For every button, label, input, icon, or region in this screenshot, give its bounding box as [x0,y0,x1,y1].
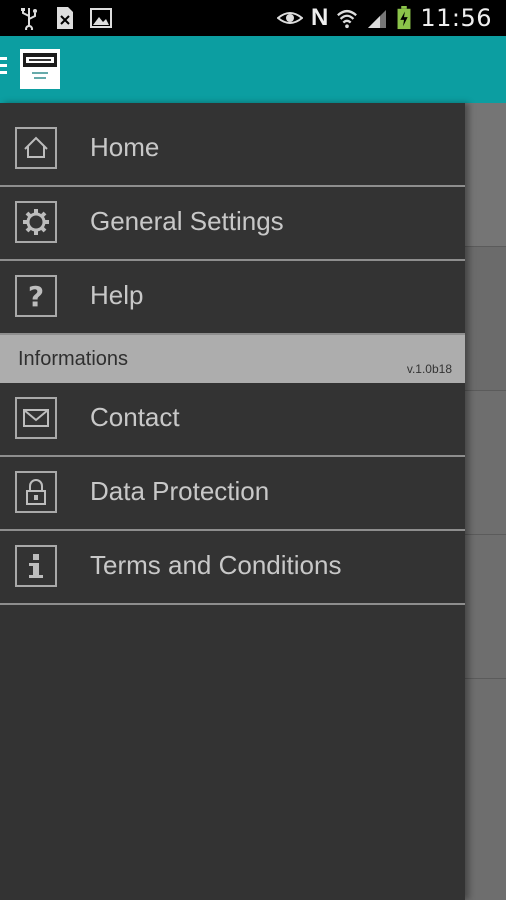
navigation-drawer: Home General Settings ? Help Information [0,103,465,900]
svg-text:?: ? [28,280,44,313]
drawer-item-label: Data Protection [90,476,270,506]
gear-icon [15,201,57,243]
drawer-item-label: Terms and Conditions [90,550,342,580]
app-bar [0,36,506,103]
image-icon [90,8,112,28]
battery-charging-icon [397,6,411,30]
hamburger-icon[interactable] [0,57,7,78]
lock-icon [15,471,57,513]
drawer-item-general-settings[interactable]: General Settings [0,187,465,261]
drawer-item-label: Help [90,280,144,310]
drawer-item-label: General Settings [90,206,284,236]
version-label: v.1.0b18 [406,362,452,376]
drawer-item-home[interactable]: Home [0,113,465,187]
mail-icon [15,397,57,439]
home-icon [15,127,57,169]
drawer-item-data-protection[interactable]: Data Protection [0,457,465,531]
wifi-icon [337,9,358,29]
question-icon: ? [15,275,57,317]
status-bar: N 11:56 [0,0,506,36]
sim-card-icon [57,7,73,29]
drawer-item-label: Home [90,132,160,162]
network-letter: N [310,4,329,31]
usb-icon [21,8,37,30]
main-content [465,103,506,900]
info-icon [15,545,57,587]
clock: 11:56 [420,4,492,32]
section-header-informations: Informations v.1.0b18 [0,335,465,383]
drawer-item-label: Contact [90,402,180,432]
drawer-item-help[interactable]: ? Help [0,261,465,335]
eye-icon [276,12,303,24]
section-title: Informations [18,348,129,370]
app-logo[interactable] [20,49,60,89]
drawer-item-contact[interactable]: Contact [0,383,465,457]
drawer-item-terms-and-conditions[interactable]: Terms and Conditions [0,531,465,605]
signal-icon [368,10,387,28]
